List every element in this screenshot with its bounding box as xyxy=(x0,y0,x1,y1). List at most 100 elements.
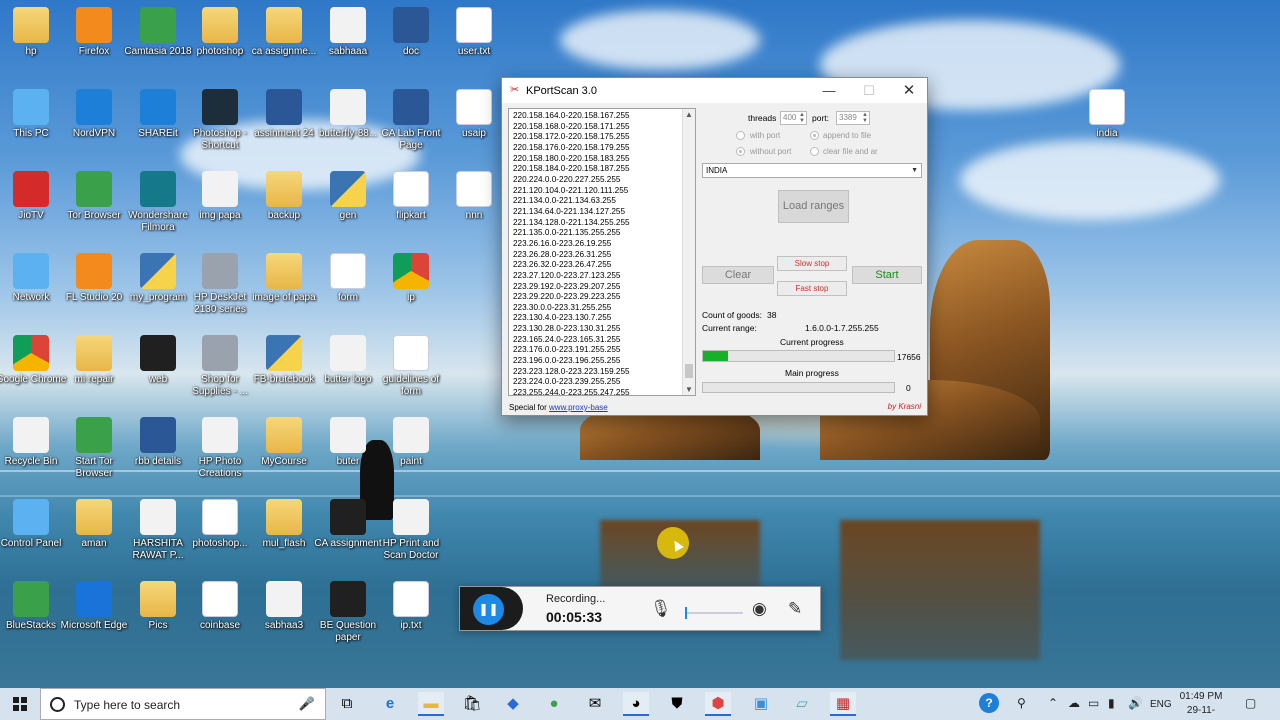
desktop-icon[interactable]: flipkart xyxy=(375,171,447,222)
ip-range-item[interactable]: 223.29.192.0-223.29.207.255 xyxy=(513,282,695,293)
desktop-icon[interactable]: assinment 24 xyxy=(248,89,320,140)
ip-range-item[interactable]: 220.224.0.0-220.227.255.255 xyxy=(513,175,695,186)
microphone-icon[interactable]: 🎙 xyxy=(650,599,672,619)
ip-range-item[interactable]: 221.134.64.0-221.134.127.255 xyxy=(513,207,695,218)
desktop-icon[interactable]: MyCourse xyxy=(248,417,320,468)
chrome-taskbar-icon[interactable]: ◕ xyxy=(623,692,649,716)
android-icon[interactable]: ● xyxy=(541,692,567,716)
start-button[interactable] xyxy=(0,688,40,720)
proxy-base-link[interactable]: www.proxy-base xyxy=(549,403,608,412)
ip-range-item[interactable]: 221.134.128.0-221.134.255.255 xyxy=(513,218,695,229)
ip-range-item[interactable]: 223.255.244.0-223.255.247.255 xyxy=(513,388,695,395)
desktop-icon[interactable]: butterfly-88... xyxy=(312,89,384,140)
ip-range-item[interactable]: 223.130.28.0-223.130.31.255 xyxy=(513,324,695,335)
taskbar-clock[interactable]: 01:49 PM 29-11-2018 xyxy=(1176,690,1226,720)
with-port-radio[interactable] xyxy=(736,131,745,140)
ip-range-item[interactable]: 221.120.104.0-221.120.111.255 xyxy=(513,186,695,197)
ip-range-item[interactable]: 223.176.0.0-223.191.255.255 xyxy=(513,345,695,356)
file-explorer-icon[interactable]: ▬ xyxy=(418,692,444,716)
desktop-icon[interactable]: user.txt xyxy=(438,7,510,58)
desktop-icon[interactable]: sabhaaa xyxy=(312,7,384,58)
notifications-icon[interactable]: ▢ xyxy=(1245,696,1256,710)
network-tray-icon[interactable]: ▭ xyxy=(1088,696,1099,710)
ip-range-item[interactable]: 223.27.120.0-223.27.123.255 xyxy=(513,271,695,282)
ip-range-item[interactable]: 223.130.4.0-223.130.7.255 xyxy=(513,313,695,324)
desktop-icon[interactable]: Firefox xyxy=(58,7,130,58)
window-titlebar[interactable]: ✂ KPortScan 3.0 — ☐ ✕ xyxy=(502,78,927,103)
desktop-icon[interactable]: sabhaa3 xyxy=(248,581,320,632)
desktop-icon[interactable]: HP Print and Scan Doctor xyxy=(375,499,447,562)
chevron-down-icon[interactable]: ▼ xyxy=(911,164,918,177)
desktop-icon[interactable]: hp xyxy=(0,7,67,58)
threads-input[interactable]: 400 ▲ ▼ xyxy=(780,111,807,125)
ip-range-item[interactable]: 223.29.220.0-223.29.223.255 xyxy=(513,292,695,303)
ip-range-item[interactable]: 220.158.164.0-220.158.167.255 xyxy=(513,111,695,122)
store-icon[interactable]: 🛍 xyxy=(459,692,485,716)
ip-range-item[interactable]: 220.158.180.0-220.158.183.255 xyxy=(513,154,695,165)
desktop-icon[interactable]: Photoshop - Shortcut xyxy=(184,89,256,152)
desktop-icon[interactable]: Tor Browser xyxy=(58,171,130,222)
desktop-icon[interactable]: usaip xyxy=(438,89,510,140)
remote-desktop-icon[interactable]: ▣ xyxy=(748,692,774,716)
desktop-icon[interactable]: JioTV xyxy=(0,171,67,222)
pen-icon[interactable]: ✎ xyxy=(788,599,802,619)
scroll-down-icon[interactable]: ▼ xyxy=(685,385,693,394)
desktop-icon[interactable]: mul_flash xyxy=(248,499,320,550)
clear-file-radio[interactable] xyxy=(810,147,819,156)
desktop-icon[interactable]: FL Studio 20 xyxy=(58,253,130,304)
ip-range-item[interactable]: 221.135.0.0-221.135.255.255 xyxy=(513,228,695,239)
volume-icon[interactable]: 🔊 xyxy=(1128,696,1143,710)
shield-icon[interactable]: ⛊ xyxy=(664,692,690,716)
scroll-thumb[interactable] xyxy=(685,364,693,378)
desktop-icon[interactable]: india xyxy=(1071,89,1143,140)
people-icon[interactable]: ⚲ xyxy=(1017,696,1026,710)
ip-range-list[interactable]: 220.158.164.0-220.158.167.255 220.158.168… xyxy=(508,108,696,396)
desktop-icon[interactable]: Recycle Bin xyxy=(0,417,67,468)
ip-range-item[interactable]: 223.26.28.0-223.26.31.255 xyxy=(513,250,695,261)
fast-stop-button[interactable]: Fast stop xyxy=(777,281,847,296)
clear-button[interactable]: Clear xyxy=(702,266,774,284)
slow-stop-button[interactable]: Slow stop xyxy=(777,256,847,271)
start-button[interactable]: Start xyxy=(852,266,922,284)
desktop-icon[interactable]: mi repair xyxy=(58,335,130,386)
desktop-icon[interactable]: image of papa xyxy=(248,253,320,304)
ip-range-item[interactable]: 223.224.0.0-223.239.255.255 xyxy=(513,377,695,388)
taskbar-search-box[interactable]: Type here to search 🎤 xyxy=(40,688,326,720)
edge-taskbar-icon[interactable]: e xyxy=(377,692,403,716)
country-select[interactable]: INDIA ▼ xyxy=(702,163,922,178)
desktop-icon[interactable]: NordVPN xyxy=(58,89,130,140)
desktop-icon[interactable]: Start Tor Browser xyxy=(58,417,130,480)
desktop-icon[interactable]: FB-brutebook xyxy=(248,335,320,386)
desktop-icon[interactable]: guidelines of form xyxy=(375,335,447,398)
ip-range-item[interactable]: 221.134.0.0-221.134.63.255 xyxy=(513,196,695,207)
ip-range-item[interactable]: 220.158.172.0-220.158.175.255 xyxy=(513,132,695,143)
desktop-icon[interactable]: butter logo xyxy=(312,335,384,386)
desktop-icon[interactable]: CA Lab Front Page xyxy=(375,89,447,152)
desktop-icon[interactable]: Control Panel xyxy=(0,499,67,550)
recording-toolbar[interactable]: ❚❚ Recording... 00:05:33 🎙 ◉ ✎ xyxy=(459,586,821,631)
load-ranges-button[interactable]: Load ranges xyxy=(778,190,849,223)
task-view-icon[interactable]: ⧉ xyxy=(334,692,360,716)
ip-range-item[interactable]: 220.158.176.0-220.158.179.255 xyxy=(513,143,695,154)
desktop-icon[interactable]: Network xyxy=(0,253,67,304)
kportscan-window[interactable]: ✂ KPortScan 3.0 — ☐ ✕ 220.158.164.0-220.… xyxy=(501,77,928,416)
minimize-button[interactable]: — xyxy=(810,78,848,103)
slider-knob[interactable] xyxy=(685,607,687,619)
close-button[interactable]: ✕ xyxy=(890,78,928,103)
webcam-icon[interactable]: ◉ xyxy=(752,599,767,619)
desktop-icon[interactable]: form xyxy=(312,253,384,304)
ip-range-item[interactable]: 223.30.0.0-223.31.255.255 xyxy=(513,303,695,314)
range-list-scrollbar[interactable]: ▲ ▼ xyxy=(682,109,695,395)
desktop-icon[interactable]: ip.txt xyxy=(375,581,447,632)
desktop-icon[interactable]: ip xyxy=(375,253,447,304)
app-red-icon[interactable]: ⬢ xyxy=(705,692,731,716)
kportscan-taskbar-icon[interactable]: ▦ xyxy=(830,692,856,716)
desktop-icon[interactable]: Google Chrome xyxy=(0,335,67,386)
desktop-icon[interactable]: nnn xyxy=(438,171,510,222)
notepad-icon[interactable]: ▱ xyxy=(789,692,815,716)
ip-range-item[interactable]: 223.26.32.0-223.26.47.255 xyxy=(513,260,695,271)
desktop-icon[interactable]: HP DeskJet 2130 series xyxy=(184,253,256,316)
append-to-file-radio[interactable] xyxy=(810,131,819,140)
desktop-icon[interactable]: photoshop xyxy=(184,7,256,58)
spinner-arrows-icon[interactable]: ▲ ▼ xyxy=(862,112,868,124)
